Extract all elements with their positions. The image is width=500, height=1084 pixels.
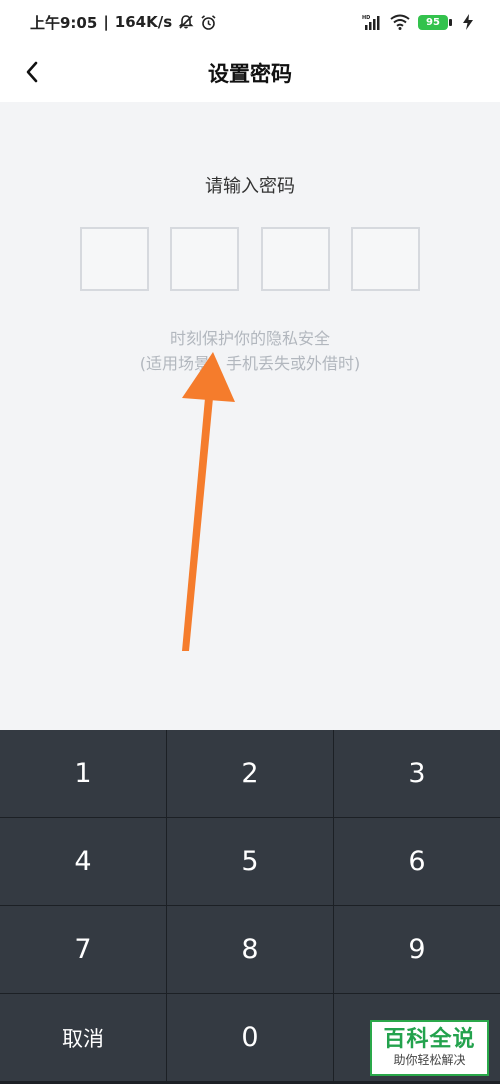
password-prompt: 请输入密码 [205,176,295,197]
status-right: HD 95 [362,14,474,30]
key-0[interactable]: 0 [167,994,333,1081]
wifi-icon [390,14,410,30]
chevron-left-icon [25,61,39,83]
watermark-logo: 百科全说 助你轻松解决 [370,1020,489,1076]
mute-bell-icon [178,14,194,30]
key-8[interactable]: 8 [167,906,333,993]
key-5[interactable]: 5 [167,818,333,905]
key-3[interactable]: 3 [334,730,500,817]
pin-box-3[interactable] [260,227,330,291]
battery-icon: 95 [418,14,452,30]
alarm-icon [200,14,217,31]
status-bar: 上午9:05 | 164K/s HD 95 [0,0,500,44]
key-9[interactable]: 9 [334,906,500,993]
svg-text:HD: HD [362,15,370,21]
hint-line-1: 时刻保护你的隐私安全 [169,329,330,348]
watermark-subtitle: 助你轻松解决 [393,1053,466,1067]
status-time: 上午9:05 [30,13,98,32]
key-6[interactable]: 6 [334,818,500,905]
hint-text: 时刻保护你的隐私安全 (适用场景：手机丢失或外借时) [0,326,500,376]
status-separator: | [103,13,109,31]
page-title: 设置密码 [208,62,292,86]
password-setup-area: 请输入密码 时刻保护你的隐私安全 (适用场景：手机丢失或外借时) [0,102,500,730]
network-speed: 164K/s [114,13,173,31]
charging-icon [462,14,474,30]
hint-line-2: (适用场景：手机丢失或外借时) [139,354,361,373]
pin-input[interactable] [80,227,420,291]
key-7[interactable]: 7 [0,906,166,993]
status-left: 上午9:05 | 164K/s [30,12,217,33]
pin-box-1[interactable] [80,227,149,291]
watermark-title: 百科全说 [383,1027,476,1052]
key-4[interactable]: 4 [0,818,166,905]
signal-icon: HD [362,14,382,30]
key-2[interactable]: 2 [167,730,333,817]
key-1[interactable]: 1 [0,730,166,817]
back-button[interactable] [14,54,50,90]
cancel-button[interactable]: 取消 [0,994,166,1081]
nav-bar: 设置密码 [0,44,500,102]
pin-box-4[interactable] [350,227,420,291]
pin-box-2[interactable] [170,227,240,291]
